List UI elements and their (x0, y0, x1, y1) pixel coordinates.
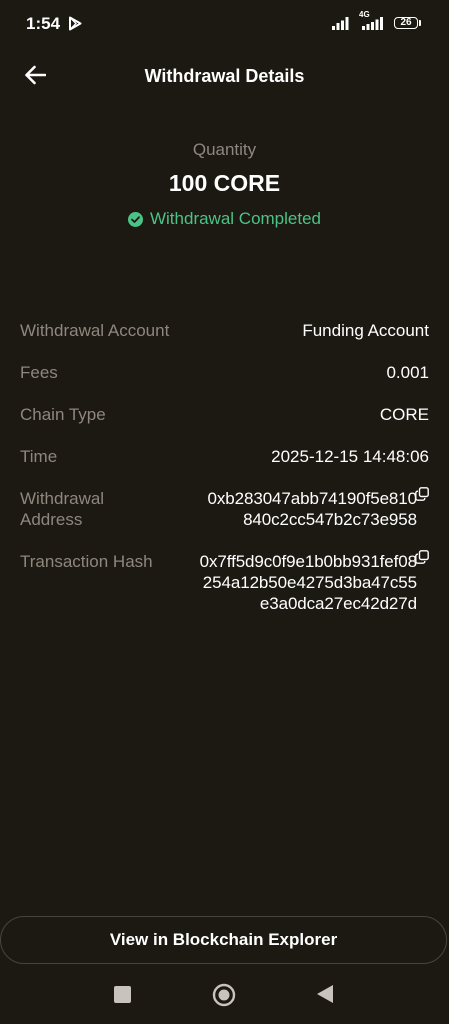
signal-icon (362, 17, 388, 35)
address-value-group: 0xb283047abb74190f5e810840c2cc547b2c73e9… (199, 487, 429, 530)
signal-icon (332, 17, 352, 35)
status-time: 1:54 (26, 14, 61, 33)
detail-label: Chain Type (20, 405, 106, 424)
recent-apps-button[interactable] (114, 986, 131, 1003)
hash-value-group: 0x7ff5d9c0f9e1b0bb931fef08254a12b50e4275… (199, 550, 429, 614)
detail-row-time: Time 2025-12-15 14:48:06 (20, 446, 429, 467)
transaction-hash-value: 0x7ff5d9c0f9e1b0bb931fef08254a12b50e4275… (199, 552, 417, 613)
detail-row-withdrawal-account: Withdrawal Account Funding Account (20, 320, 429, 341)
detail-row-chain-type: Chain Type CORE (20, 404, 429, 425)
app-header: Withdrawal Details (0, 54, 449, 100)
copy-icon (415, 487, 429, 506)
detail-label: Time (20, 447, 58, 466)
system-nav-bar (0, 972, 449, 1016)
copy-hash-button[interactable] (415, 550, 429, 569)
status-bar: 1:54 4G 26 (0, 0, 449, 48)
status-badge: Withdrawal Completed (0, 209, 449, 229)
battery-nub (419, 20, 421, 26)
detail-row-transaction-hash: Transaction Hash 0x7ff5d9c0f9e1b0bb931fe… (20, 550, 429, 614)
details-list: Withdrawal Account Funding Account Fees … (20, 320, 429, 635)
detail-label: Withdrawal Address (20, 489, 105, 529)
home-button[interactable] (212, 983, 236, 1012)
system-back-button[interactable] (316, 984, 334, 1009)
detail-row-withdrawal-address: Withdrawal Address 0xb283047abb74190f5e8… (20, 487, 429, 530)
quantity-label: Quantity (192, 140, 257, 159)
page-title: Withdrawal Details (144, 66, 305, 86)
detail-row-fees: Fees 0.001 (20, 362, 429, 383)
detail-label: Withdrawal Account (20, 321, 170, 340)
withdrawal-address-value: 0xb283047abb74190f5e810840c2cc547b2c73e9… (207, 489, 418, 529)
check-circle-icon (127, 211, 143, 227)
detail-value: Funding Account (302, 321, 429, 340)
copy-icon (415, 550, 429, 569)
play-store-icon (68, 16, 82, 36)
withdrawal-summary: Quantity 100 CORE Withdrawal Completed (0, 140, 449, 229)
copy-address-button[interactable] (415, 487, 429, 506)
detail-label: Transaction Hash (20, 552, 153, 571)
detail-label: Fees (20, 363, 58, 382)
status-text: Withdrawal Completed (149, 209, 321, 228)
view-in-explorer-button[interactable]: View in Blockchain Explorer (0, 916, 447, 964)
detail-value: 2025-12-15 14:48:06 (271, 447, 429, 466)
detail-value: CORE (379, 405, 429, 424)
detail-value: 0.001 (386, 363, 429, 382)
quantity-value: 100 CORE (168, 170, 281, 196)
battery-icon: 26 (394, 17, 418, 29)
